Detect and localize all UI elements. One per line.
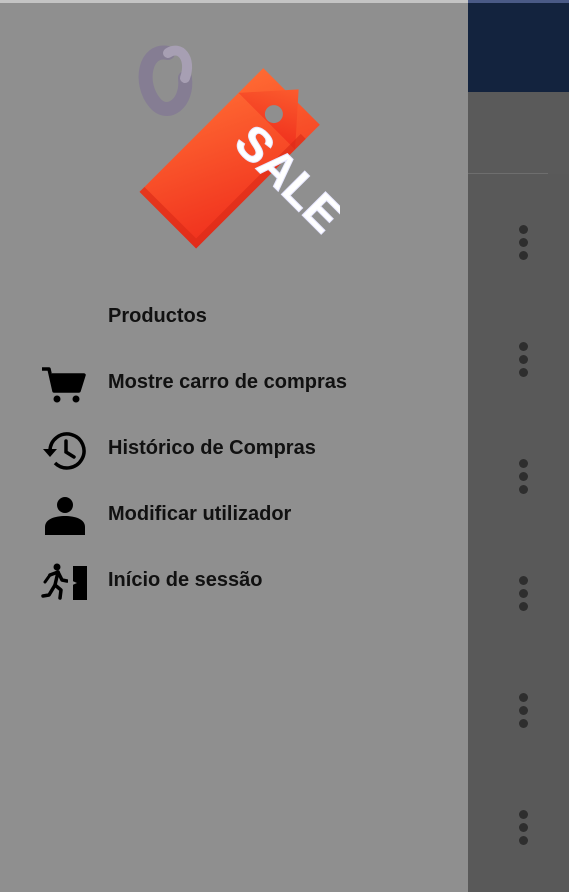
sale-tag-logo: SALE: [138, 45, 340, 249]
menu-section-products[interactable]: Productos: [108, 305, 207, 328]
menu-item-login[interactable]: Início de sessão: [0, 551, 468, 611]
history-icon: [43, 432, 86, 470]
menu-item-label: Histórico de Compras: [108, 437, 316, 459]
more-vert-icon[interactable]: [515, 810, 531, 850]
more-vert-icon[interactable]: [515, 342, 531, 382]
shopping-cart-icon: [42, 367, 86, 403]
person-icon: [45, 497, 85, 535]
menu-item-purchase-history[interactable]: Histórico de Compras: [0, 419, 468, 479]
menu-item-label: Início de sessão: [108, 569, 263, 591]
more-vert-icon[interactable]: [515, 576, 531, 616]
more-vert-icon[interactable]: [515, 225, 531, 265]
navigation-drawer: SALE Productos Mostre carro de compras H…: [0, 0, 468, 892]
menu-item-modify-user[interactable]: Modificar utilizador: [0, 485, 468, 545]
menu-item-label: Modificar utilizador: [108, 503, 292, 525]
menu-item-label: Mostre carro de compras: [108, 371, 347, 393]
more-vert-icon[interactable]: [515, 459, 531, 499]
menu-item-shopping-cart[interactable]: Mostre carro de compras: [0, 353, 468, 413]
exit-door-icon: [41, 563, 87, 600]
more-vert-icon[interactable]: [515, 693, 531, 733]
app-divider: [468, 173, 548, 174]
